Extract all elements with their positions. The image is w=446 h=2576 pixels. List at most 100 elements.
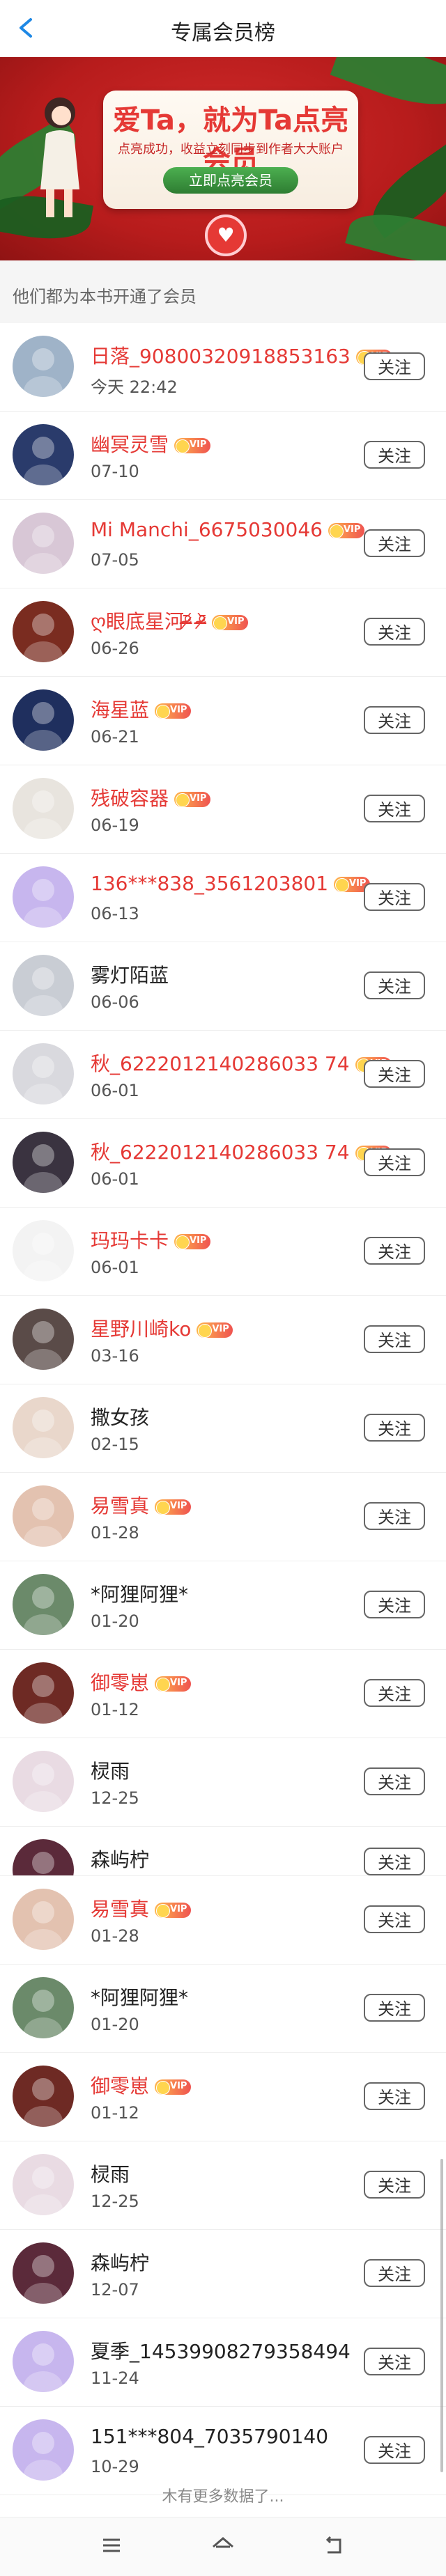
follow-button[interactable]: 关注 xyxy=(364,1679,425,1707)
avatar[interactable] xyxy=(13,1220,74,1281)
member-date: 06-06 xyxy=(91,992,139,1012)
home-icon[interactable] xyxy=(209,2531,237,2559)
member-row[interactable]: Mi Manchi_6675030046 VIP 07-05 关注 xyxy=(0,500,446,588)
avatar[interactable] xyxy=(13,689,74,751)
member-row[interactable]: 海星蓝 VIP 06-21 关注 xyxy=(0,677,446,765)
member-date: 03-16 xyxy=(91,1346,139,1366)
avatar[interactable] xyxy=(13,513,74,574)
member-row[interactable]: 御零崽 VIP 01-12 关注 xyxy=(0,2053,446,2141)
member-row[interactable]: 幽冥灵雪 VIP 07-10 关注 xyxy=(0,412,446,500)
follow-button[interactable]: 关注 xyxy=(364,1414,425,1442)
member-row[interactable]: 秋_6222012140286033 74VIP 06-01 关注 xyxy=(0,1119,446,1208)
follow-button[interactable]: 关注 xyxy=(364,441,425,469)
member-name-line: 棂雨 xyxy=(91,2160,130,2187)
vip-badge-text: VIP xyxy=(170,2081,187,2091)
member-date: 06-01 xyxy=(91,1258,139,1277)
back-nav-icon[interactable] xyxy=(321,2531,348,2559)
follow-button[interactable]: 关注 xyxy=(364,971,425,999)
avatar[interactable] xyxy=(13,1574,74,1635)
avatar[interactable] xyxy=(13,2419,74,2481)
avatar[interactable] xyxy=(13,2066,74,2127)
member-row[interactable]: 棂雨 12-25 关注 xyxy=(0,1738,446,1827)
promo-banner[interactable]: 爱Ta，就为Ta点亮会员 点亮成功，收益立刻同步到作者大大账户 立即点亮会员 ♥ xyxy=(0,57,446,260)
follow-button[interactable]: 关注 xyxy=(364,529,425,557)
avatar[interactable] xyxy=(13,2331,74,2392)
avatar[interactable] xyxy=(13,1043,74,1104)
member-row[interactable]: 撒女孩 02-15 关注 xyxy=(0,1384,446,1473)
vip-badge-icon: VIP xyxy=(212,615,249,630)
follow-button[interactable]: 关注 xyxy=(364,1905,425,1933)
member-row[interactable]: 玛玛卡卡 VIP 06-01 关注 xyxy=(0,1208,446,1296)
avatar[interactable] xyxy=(13,1397,74,1458)
member-row[interactable]: 日落_90800320918853163VIP 今天 22:42 关注 xyxy=(0,323,446,412)
avatar[interactable] xyxy=(13,2154,74,2215)
follow-button[interactable]: 关注 xyxy=(364,618,425,646)
member-row[interactable]: 易雪真 VIP 01-28 关注 xyxy=(0,1876,446,1965)
member-name-line: ღ眼底星河ᵒ̴̶̷᷄ ᵒ̴̶̷᷅ VIP xyxy=(91,607,249,634)
follow-button[interactable]: 关注 xyxy=(364,1237,425,1265)
follow-button[interactable]: 关注 xyxy=(364,1767,425,1795)
member-row[interactable]: 136***838_3561203801 VIP 06-13 关注 xyxy=(0,854,446,942)
avatar[interactable] xyxy=(13,866,74,928)
avatar[interactable] xyxy=(13,1889,74,1950)
follow-button[interactable]: 关注 xyxy=(364,1502,425,1530)
member-date: 02-15 xyxy=(91,1435,139,1454)
follow-button[interactable]: 关注 xyxy=(364,1148,425,1176)
member-name-line: 秋_6222012140286033 74VIP xyxy=(91,1049,392,1077)
member-name: ღ眼底星河ᵒ̴̶̷᷄ ᵒ̴̶̷᷅ xyxy=(91,610,207,633)
member-row[interactable]: 夏季_14539908279358494 11-24 关注 xyxy=(0,2318,446,2407)
member-date: 01-12 xyxy=(91,1700,139,1719)
follow-button[interactable]: 关注 xyxy=(364,883,425,911)
follow-button[interactable]: 关注 xyxy=(364,1591,425,1618)
avatar[interactable] xyxy=(13,1132,74,1193)
member-name-line: 星野川崎ko VIP xyxy=(91,1314,233,1342)
member-row[interactable]: ღ眼底星河ᵒ̴̶̷᷄ ᵒ̴̶̷᷅ VIP 06-26 关注 xyxy=(0,588,446,677)
member-name: *阿狸阿狸* xyxy=(91,1986,189,2009)
member-row[interactable]: 森屿柠 关注 xyxy=(0,1827,446,1876)
avatar[interactable] xyxy=(13,1485,74,1547)
avatar[interactable] xyxy=(13,2242,74,2304)
member-row[interactable]: 残破容器 VIP 06-19 关注 xyxy=(0,765,446,854)
follow-button[interactable]: 关注 xyxy=(364,2436,425,2464)
member-row[interactable]: *阿狸阿狸* 01-20 关注 xyxy=(0,1965,446,2053)
system-nav-bar xyxy=(0,2517,446,2576)
avatar[interactable] xyxy=(13,1751,74,1812)
member-name-line: 残破容器 VIP xyxy=(91,783,211,811)
member-date: 今天 22:42 xyxy=(91,377,178,397)
menu-icon[interactable] xyxy=(98,2531,125,2559)
member-row[interactable]: 棂雨 12-25 关注 xyxy=(0,2141,446,2230)
member-row[interactable]: 易雪真 VIP 01-28 关注 xyxy=(0,1473,446,1561)
avatar[interactable] xyxy=(13,1309,74,1370)
follow-button[interactable]: 关注 xyxy=(364,2348,425,2375)
member-row[interactable]: 星野川崎ko VIP 03-16 关注 xyxy=(0,1296,446,1384)
member-row[interactable]: *阿狸阿狸* 01-20 关注 xyxy=(0,1561,446,1650)
member-date: 07-10 xyxy=(91,462,139,481)
member-name: 撒女孩 xyxy=(91,1406,150,1429)
follow-button[interactable]: 关注 xyxy=(364,1994,425,2022)
follow-button[interactable]: 关注 xyxy=(364,795,425,822)
follow-button[interactable]: 关注 xyxy=(364,2171,425,2199)
avatar[interactable] xyxy=(13,336,74,397)
follow-button[interactable]: 关注 xyxy=(364,1060,425,1088)
member-row[interactable]: 森屿柠 12-07 关注 xyxy=(0,2230,446,2318)
member-row[interactable]: 秋_6222012140286033 74VIP 06-01 关注 xyxy=(0,1031,446,1119)
follow-button[interactable]: 关注 xyxy=(364,352,425,380)
follow-button[interactable]: 关注 xyxy=(364,1325,425,1353)
scrollbar[interactable] xyxy=(440,2159,443,2472)
follow-button[interactable]: 关注 xyxy=(364,706,425,734)
member-row[interactable]: 御零崽 VIP 01-12 关注 xyxy=(0,1650,446,1738)
avatar[interactable] xyxy=(13,601,74,662)
avatar[interactable] xyxy=(13,1662,74,1724)
member-row[interactable]: 雾灯陌蓝 06-06 关注 xyxy=(0,942,446,1031)
follow-button[interactable]: 关注 xyxy=(364,2082,425,2110)
follow-button[interactable]: 关注 xyxy=(364,1848,425,1875)
page-title: 专属会员榜 xyxy=(171,21,275,45)
light-up-vip-button[interactable]: 立即点亮会员 xyxy=(163,167,298,194)
avatar[interactable] xyxy=(13,778,74,839)
avatar[interactable] xyxy=(13,955,74,1016)
avatar[interactable] xyxy=(13,1977,74,2038)
vip-badge-icon: VIP xyxy=(197,1322,233,1338)
avatar[interactable] xyxy=(13,424,74,485)
follow-button[interactable]: 关注 xyxy=(364,2259,425,2287)
avatar[interactable] xyxy=(13,1839,74,1875)
